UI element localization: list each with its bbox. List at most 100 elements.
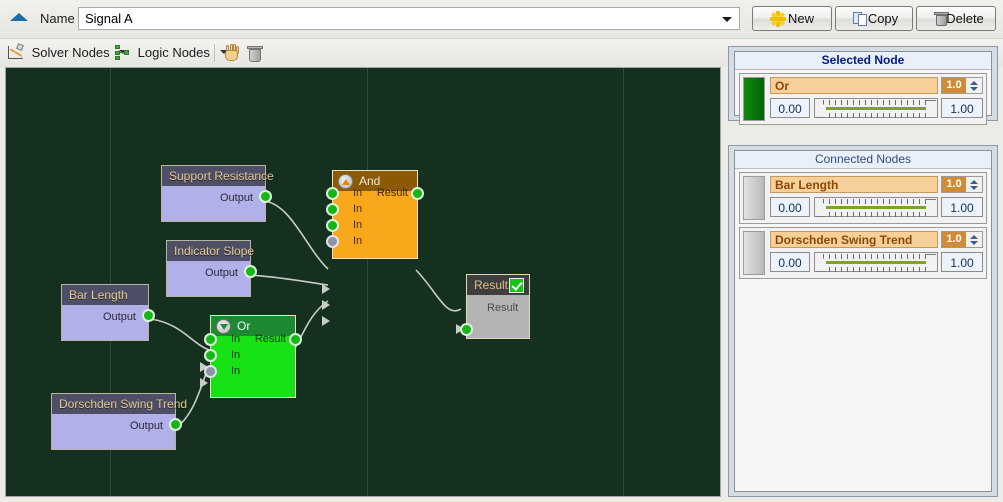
node-title: Or <box>237 319 251 333</box>
stepper-down-icon[interactable] <box>970 87 978 91</box>
node-body[interactable]: In In In In Result <box>322 187 424 326</box>
logic-nodes-label: Logic Nodes <box>137 45 210 60</box>
weight-stepper[interactable]: 1.0 <box>941 77 983 94</box>
output-port[interactable] <box>142 309 155 322</box>
output-label: Output <box>129 420 163 432</box>
weight-stepper[interactable]: 1.0 <box>941 231 983 248</box>
input-port-2[interactable] <box>204 349 217 362</box>
min-value[interactable]: 0.00 <box>770 197 810 217</box>
node-result[interactable]: Result Result <box>456 274 530 339</box>
copy-icon <box>845 11 867 27</box>
slider-ticks-bottom <box>823 113 927 118</box>
application-window: Name Signal A New Copy Delete Solver Nod… <box>0 0 1003 502</box>
stepper-down-icon[interactable] <box>970 241 978 245</box>
slider-bar <box>825 107 927 110</box>
input-port-1[interactable] <box>204 333 217 346</box>
node-dorschden-swing-trend[interactable]: Dorschden Swing Trend Output <box>51 393 187 450</box>
node-name-field[interactable]: Bar Length <box>770 176 938 193</box>
slider-handle-right[interactable] <box>926 254 936 272</box>
chevron-down-icon[interactable] <box>722 17 732 22</box>
result-label: Result <box>376 187 408 199</box>
canvas-surface[interactable]: Support Resistance Output Indicator Slop… <box>6 68 720 496</box>
stepper-up-icon[interactable] <box>970 81 978 85</box>
max-value[interactable]: 1.00 <box>941 197 983 217</box>
slider-handle-right[interactable] <box>926 199 936 217</box>
node-indicator-slope[interactable]: Indicator Slope Output <box>166 240 257 297</box>
input-port[interactable] <box>460 323 473 336</box>
collapse-up-icon[interactable] <box>10 13 28 21</box>
input-port-3[interactable] <box>326 219 339 232</box>
input-label: In <box>231 333 241 345</box>
connected-nodes-panel: Connected Nodes Bar Length 1.0 0.00 1.00… <box>728 145 998 497</box>
output-port[interactable] <box>259 190 272 203</box>
min-value[interactable]: 0.00 <box>770 98 810 118</box>
node-body[interactable]: Output <box>51 414 182 450</box>
output-label: Output <box>219 192 253 204</box>
selected-node-row[interactable]: Or 1.0 0.00 1.00 <box>739 73 987 125</box>
and-gate-icon <box>338 174 353 189</box>
output-port[interactable] <box>411 187 424 200</box>
weight-stepper[interactable]: 1.0 <box>941 176 983 193</box>
copy-button[interactable]: Copy <box>835 6 913 31</box>
output-port[interactable] <box>289 333 302 346</box>
toolbar-separator <box>214 44 215 62</box>
name-label: Name <box>40 11 75 26</box>
solver-nodes-menu[interactable]: Solver Nodes <box>8 39 128 67</box>
node-body[interactable]: Output <box>61 305 155 341</box>
input-port-4[interactable] <box>326 235 339 248</box>
range-slider[interactable] <box>814 252 938 272</box>
pan-tool-button[interactable] <box>222 44 242 63</box>
node-canvas[interactable]: Support Resistance Output Indicator Slop… <box>5 67 721 497</box>
node-bar-length[interactable]: Bar Length Output <box>61 284 155 341</box>
node-body[interactable]: Output <box>166 261 257 297</box>
max-value[interactable]: 1.00 <box>941 98 983 118</box>
chart-icon <box>8 43 24 60</box>
slider-ticks-bottom <box>823 267 927 272</box>
min-value[interactable]: 0.00 <box>770 252 810 272</box>
output-port[interactable] <box>244 265 257 278</box>
top-bar: Name Signal A New Copy Delete <box>0 0 1003 38</box>
stepper-up-icon[interactable] <box>970 235 978 239</box>
node-name-field[interactable]: Or <box>770 77 938 94</box>
max-value[interactable]: 1.00 <box>941 252 983 272</box>
selected-node-title: Selected Node <box>735 52 991 70</box>
node-support-resistance[interactable]: Support Resistance Output <box>161 165 274 222</box>
node-or[interactable]: Or In In In Result <box>200 315 302 398</box>
input-label: In <box>353 203 363 215</box>
stepper-down-icon[interactable] <box>970 186 978 190</box>
range-slider[interactable] <box>814 197 938 217</box>
slider-handle-left[interactable] <box>816 254 826 272</box>
node-body[interactable]: Output <box>161 186 272 222</box>
checkbox-checked-icon[interactable] <box>509 278 524 293</box>
node-and[interactable]: And In In In In Result <box>322 170 424 326</box>
input-port-3[interactable] <box>204 365 217 378</box>
connected-node-row[interactable]: Bar Length 1.0 0.00 1.00 <box>739 172 987 224</box>
node-body[interactable]: In In In Result <box>200 333 302 398</box>
input-port-1[interactable] <box>326 187 339 200</box>
node-color-swatch <box>743 176 765 220</box>
stepper-up-icon[interactable] <box>970 180 978 184</box>
range-slider[interactable] <box>814 98 938 118</box>
name-combobox[interactable]: Signal A <box>78 7 740 30</box>
slider-handle-right[interactable] <box>926 100 936 118</box>
delete-node-button[interactable] <box>247 44 264 63</box>
solver-nodes-label: Solver Nodes <box>31 45 110 60</box>
weight-value: 1.0 <box>942 78 966 93</box>
input-label: In <box>231 365 241 377</box>
new-button[interactable]: New <box>752 6 832 31</box>
copy-button-label: Copy <box>867 11 899 26</box>
input-label: In <box>353 235 363 247</box>
node-title: Bar Length <box>61 284 149 305</box>
result-label: Result <box>254 333 286 345</box>
logic-nodes-menu[interactable]: Logic Nodes <box>114 39 228 67</box>
trash-icon <box>926 11 949 27</box>
input-port-2[interactable] <box>326 203 339 216</box>
node-name-field[interactable]: Dorschden Swing Trend <box>770 231 938 248</box>
output-port[interactable] <box>169 418 182 431</box>
delete-button[interactable]: Delete <box>916 6 996 31</box>
weight-value: 1.0 <box>942 232 966 247</box>
node-body[interactable]: Result <box>456 295 530 339</box>
node-graph-icon <box>114 44 130 60</box>
node-title-bar: Result <box>466 274 530 295</box>
connected-node-row[interactable]: Dorschden Swing Trend 1.0 0.00 1.00 <box>739 227 987 279</box>
